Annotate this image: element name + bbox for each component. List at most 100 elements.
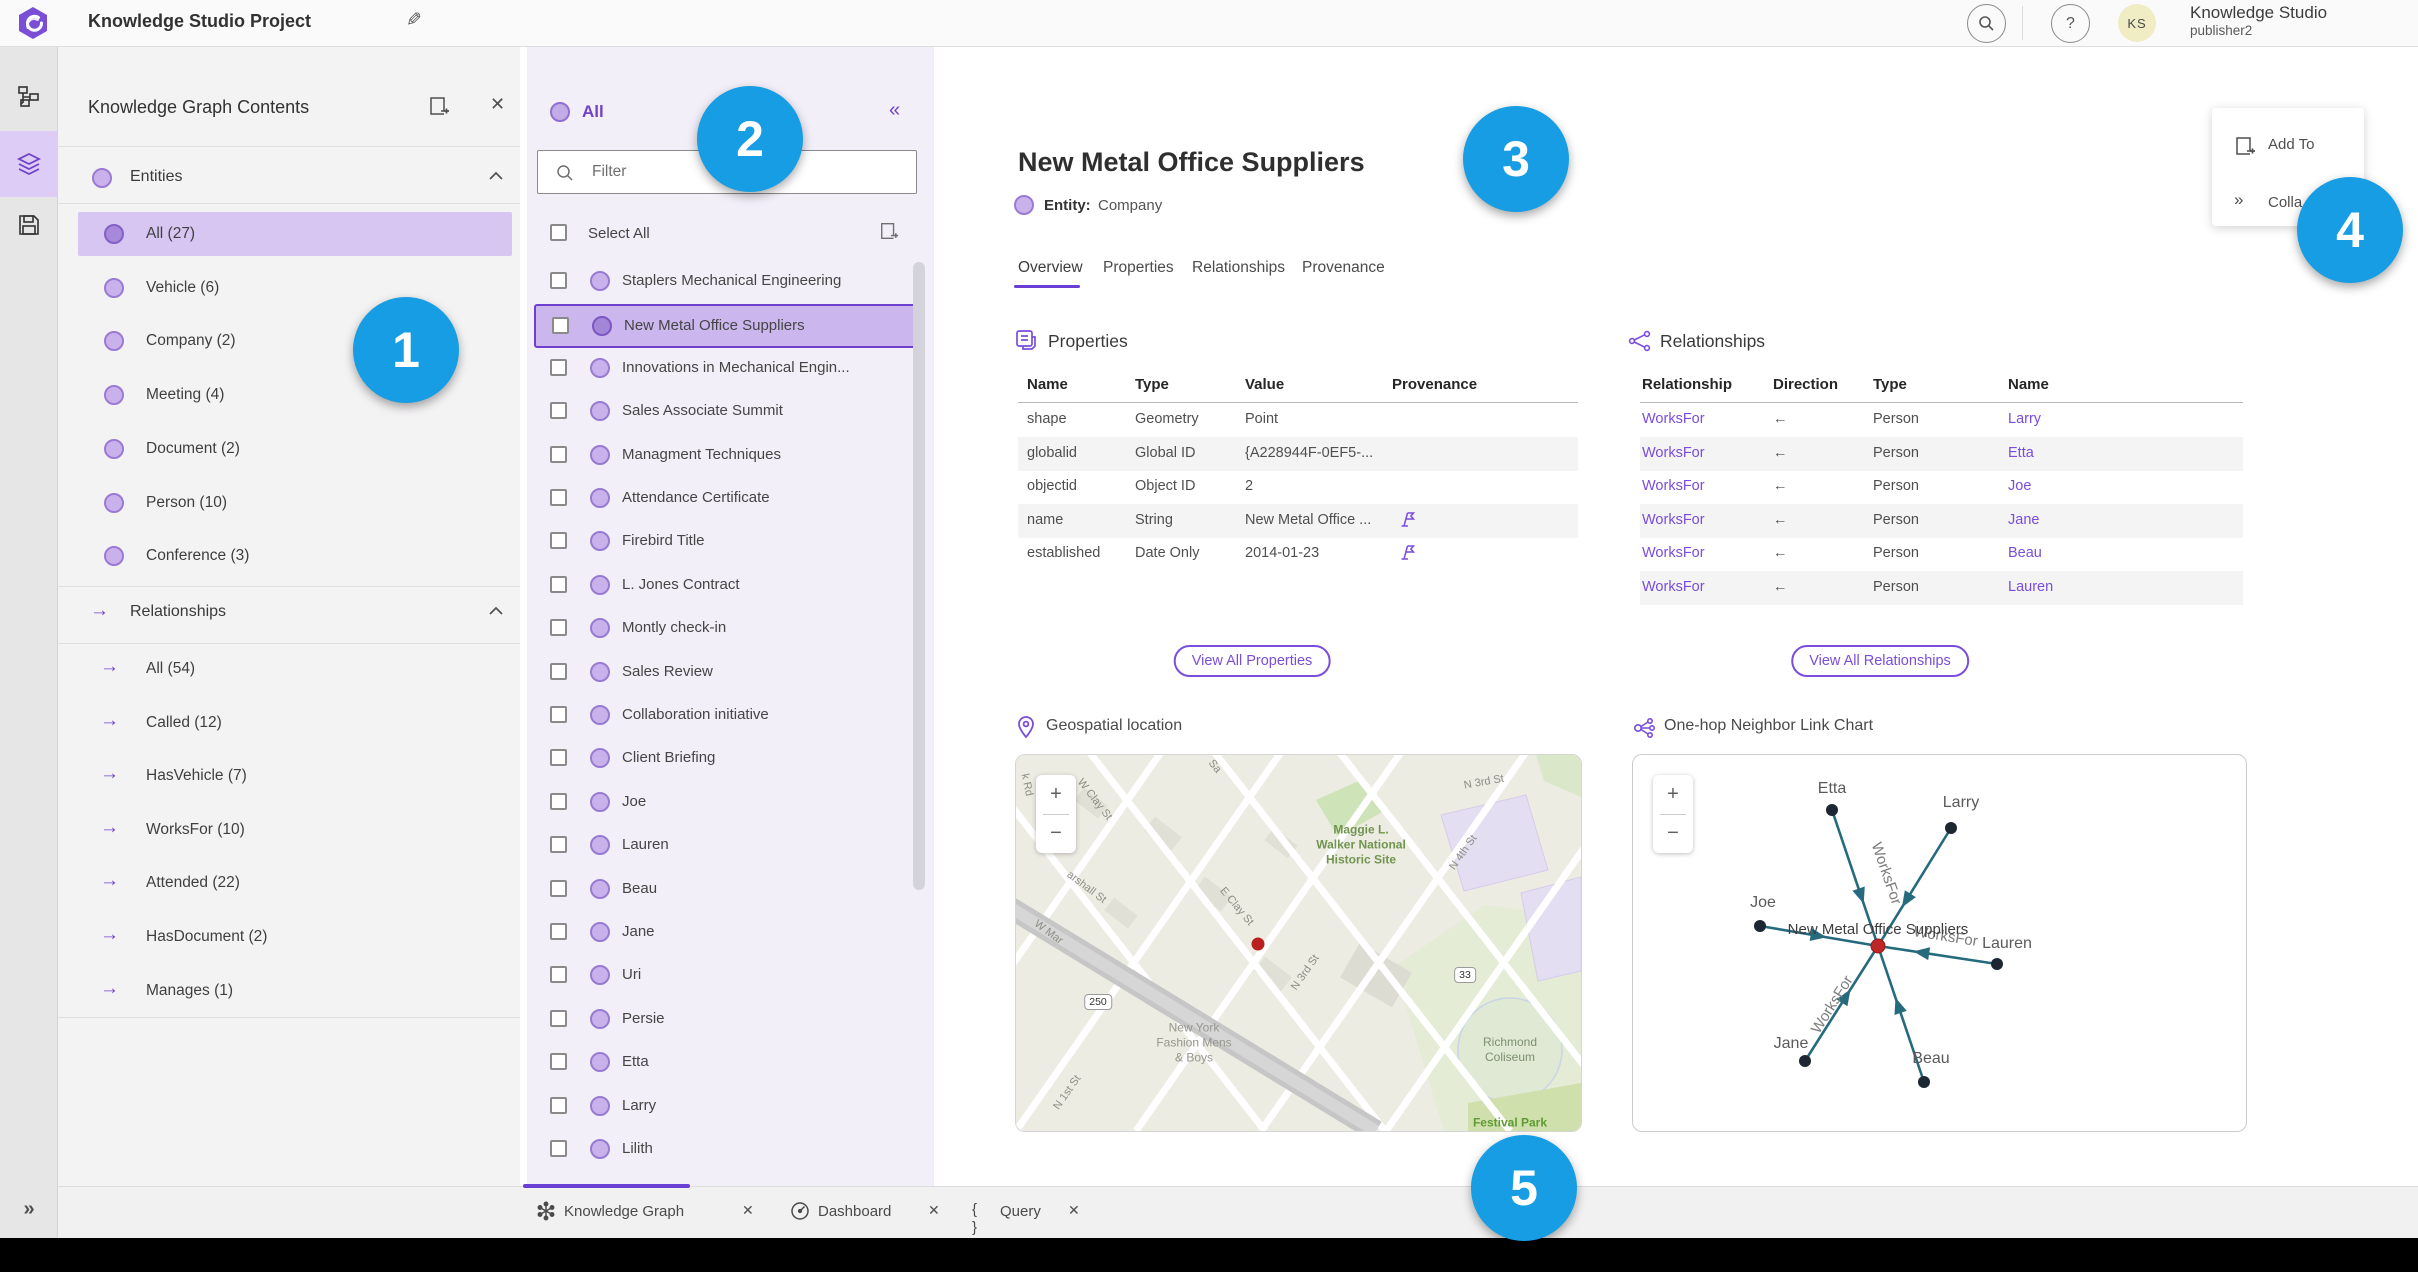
name-link[interactable]: Lauren — [2008, 579, 2053, 595]
relationships-section-header[interactable]: → Relationships — [58, 592, 520, 636]
link-chart-card[interactable]: WorksFor WorksFor WorksFor Etta Larry Joe Laur… — [1632, 754, 2247, 1132]
add-to-new-icon[interactable] — [428, 95, 450, 117]
add-to-menu-item[interactable]: Add To — [2212, 126, 2364, 166]
relationships-list-item[interactable]: → HasDocument (2) — [78, 915, 512, 959]
list-item[interactable]: Firebird Title — [534, 521, 912, 561]
item-checkbox[interactable] — [550, 1053, 567, 1071]
relationships-list-item[interactable]: → Called (12) — [78, 701, 512, 745]
list-item[interactable]: Client Briefing — [534, 738, 912, 778]
relationship-link[interactable]: WorksFor — [1642, 512, 1705, 528]
table-row[interactable]: WorksFor ← Person Lauren — [1640, 570, 2243, 605]
relationship-link[interactable]: WorksFor — [1642, 545, 1705, 561]
relationships-list-item[interactable]: → Manages (1) — [78, 969, 512, 1013]
list-item[interactable]: Montly check-in — [534, 608, 912, 648]
table-row[interactable]: WorksFor ← Person Etta — [1640, 436, 2243, 471]
item-checkbox[interactable] — [550, 706, 567, 723]
tab-relationships[interactable]: Relationships — [1192, 259, 1285, 277]
list-item[interactable]: Jane — [534, 912, 912, 952]
list-item[interactable]: Larry — [534, 1086, 912, 1126]
list-item[interactable]: Lauren — [534, 825, 912, 865]
relationships-list-item[interactable]: → HasVehicle (7) — [78, 754, 512, 798]
help-button[interactable]: ? — [2051, 4, 2090, 43]
list-item[interactable]: Joe — [534, 782, 912, 822]
tab-properties[interactable]: Properties — [1103, 259, 1174, 277]
list-item[interactable]: Lilith — [534, 1129, 912, 1169]
add-to-new-icon[interactable] — [879, 221, 899, 241]
provenance-flag-icon[interactable] — [1400, 511, 1415, 528]
entities-list-item[interactable]: Vehicle (6) — [78, 266, 512, 310]
list-item[interactable]: Sales Associate Summit — [534, 391, 912, 431]
list-item[interactable]: Managment Techniques — [534, 435, 912, 475]
list-item[interactable]: Innovations in Mechanical Engin... — [534, 348, 912, 388]
zoom-out-button[interactable]: − — [1653, 814, 1693, 853]
table-row[interactable]: WorksFor ← Person Beau — [1640, 537, 2243, 571]
relationships-list-item[interactable]: → WorksFor (10) — [78, 808, 512, 852]
table-row[interactable]: objectid Object ID 2 — [1018, 470, 1578, 504]
name-link[interactable]: Joe — [2008, 478, 2031, 494]
list-item[interactable]: Sales Review — [534, 652, 912, 692]
chevron-up-icon[interactable] — [488, 171, 504, 181]
relationship-link[interactable]: WorksFor — [1642, 411, 1705, 427]
view-all-relationships-button[interactable]: View All Relationships — [1791, 645, 1969, 677]
account-info[interactable]: Knowledge Studio publisher2 — [2190, 3, 2327, 38]
item-checkbox[interactable] — [550, 1140, 567, 1157]
table-row[interactable]: WorksFor ← Person Jane — [1640, 503, 2243, 538]
name-link[interactable]: Larry — [2008, 411, 2041, 427]
select-all-checkbox[interactable] — [550, 224, 567, 241]
table-row[interactable]: globalid Global ID {A228944F-0EF5-... — [1018, 436, 1578, 471]
item-checkbox[interactable] — [552, 317, 569, 335]
edit-title-icon[interactable]: ✎ — [406, 9, 422, 32]
item-checkbox[interactable] — [550, 532, 567, 550]
entities-section-header[interactable]: Entities — [58, 157, 520, 201]
zoom-in-button[interactable]: + — [1036, 775, 1076, 814]
item-checkbox[interactable] — [550, 966, 567, 984]
list-item[interactable]: Attendance Certificate — [534, 478, 912, 518]
name-link[interactable]: Jane — [2008, 512, 2039, 528]
list-item[interactable]: Beau — [534, 869, 912, 909]
select-all-row[interactable]: Select All — [527, 213, 934, 253]
list-item[interactable]: Collaboration initiative — [534, 695, 912, 735]
item-checkbox[interactable] — [550, 402, 567, 420]
table-row[interactable]: established Date Only 2014-01-23 — [1018, 537, 1578, 571]
item-checkbox[interactable] — [550, 489, 567, 506]
entities-list-item[interactable]: Person (10) — [78, 481, 512, 525]
item-checkbox[interactable] — [550, 575, 567, 593]
layers-icon[interactable] — [0, 142, 58, 186]
zoom-in-button[interactable]: + — [1653, 775, 1693, 814]
table-row[interactable]: shape Geometry Point — [1018, 403, 1578, 437]
entities-list-item[interactable]: Document (2) — [78, 427, 512, 471]
close-tab-icon[interactable]: ✕ — [928, 1202, 940, 1219]
item-checkbox[interactable] — [550, 1096, 567, 1114]
item-checkbox[interactable] — [550, 749, 567, 767]
map-card[interactable]: k Rd W Clay St Sa N 3rd St N 4th St Maggie L.… — [1015, 754, 1582, 1132]
close-tab-icon[interactable]: ✕ — [1068, 1202, 1080, 1219]
entities-list-item[interactable]: All (27) — [78, 212, 512, 256]
relationship-link[interactable]: WorksFor — [1642, 579, 1705, 595]
search-button[interactable] — [1967, 4, 2006, 43]
close-panel-icon[interactable]: ✕ — [490, 94, 505, 115]
item-checkbox[interactable] — [550, 923, 567, 940]
chevron-up-icon[interactable] — [488, 606, 504, 616]
item-checkbox[interactable] — [550, 358, 567, 376]
list-scrollbar[interactable] — [913, 262, 925, 890]
item-checkbox[interactable] — [550, 272, 567, 289]
list-item[interactable]: Etta — [534, 1042, 912, 1082]
save-icon[interactable] — [0, 203, 58, 247]
relationships-list-item[interactable]: → Attended (22) — [78, 861, 512, 905]
entities-list-item[interactable]: Conference (3) — [78, 534, 512, 578]
list-item[interactable]: Staplers Mechanical Engineering — [534, 261, 912, 301]
relationship-link[interactable]: WorksFor — [1642, 478, 1705, 494]
collapse-panel-icon[interactable]: « — [889, 99, 900, 122]
tab-overview[interactable]: Overview — [1018, 259, 1083, 277]
item-checkbox[interactable] — [550, 445, 567, 463]
relationships-list-item[interactable]: → All (54) — [78, 647, 512, 691]
provenance-flag-icon[interactable] — [1400, 544, 1415, 561]
relationship-link[interactable]: WorksFor — [1642, 445, 1705, 461]
item-checkbox[interactable] — [550, 792, 567, 810]
item-checkbox[interactable] — [550, 879, 567, 897]
expand-rail-icon[interactable]: » — [0, 1189, 58, 1229]
name-link[interactable]: Beau — [2008, 545, 2042, 561]
name-link[interactable]: Etta — [2008, 445, 2034, 461]
list-item[interactable]: Persie — [534, 999, 912, 1039]
list-item[interactable]: Uri — [534, 955, 912, 995]
